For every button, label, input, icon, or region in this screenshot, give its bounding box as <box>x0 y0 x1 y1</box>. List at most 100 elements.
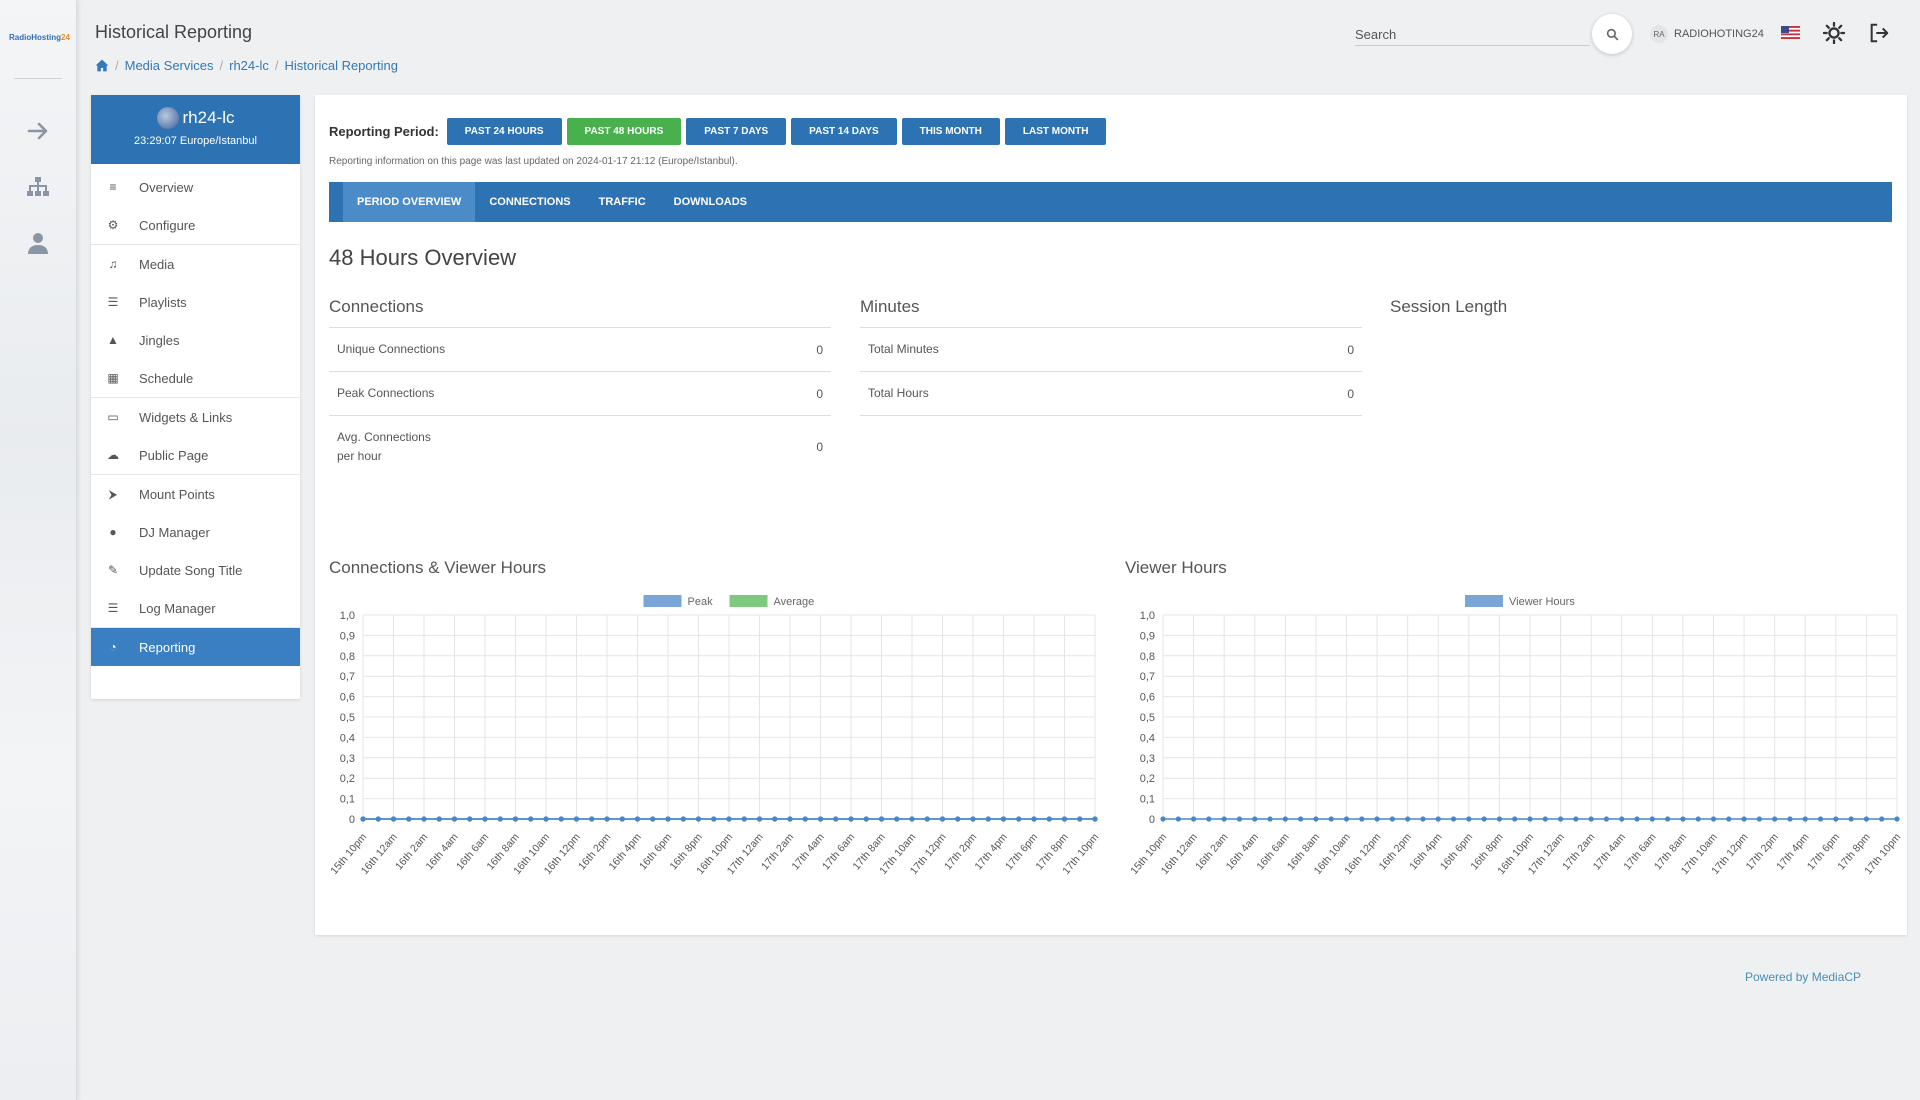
menu-item-dj-manager[interactable]: ● DJ Manager <box>91 513 300 551</box>
data-point[interactable] <box>1343 816 1350 822</box>
data-point[interactable] <box>1267 816 1273 822</box>
period-button-past-14-days[interactable]: PAST 14 DAYS <box>791 118 897 145</box>
data-point[interactable] <box>924 816 930 822</box>
data-point[interactable] <box>1206 816 1212 822</box>
data-point[interactable] <box>558 816 564 822</box>
search-input[interactable] <box>1355 24 1590 45</box>
data-point[interactable] <box>1000 816 1007 822</box>
tab-period-overview[interactable]: PERIOD OVERVIEW <box>343 182 476 222</box>
data-point[interactable] <box>1603 816 1610 822</box>
menu-item-reporting[interactable]: ◔ Reporting <box>91 628 300 666</box>
data-point[interactable] <box>1374 816 1380 822</box>
sitemap-icon[interactable] <box>26 175 50 199</box>
data-point[interactable] <box>467 816 473 822</box>
data-point[interactable] <box>1710 816 1717 822</box>
data-point[interactable] <box>894 816 900 822</box>
data-point[interactable] <box>1619 816 1625 822</box>
data-point[interactable] <box>1328 816 1334 822</box>
data-point[interactable] <box>1359 816 1365 822</box>
data-point[interactable] <box>1557 816 1564 822</box>
data-point[interactable] <box>421 816 427 822</box>
data-point[interactable] <box>451 816 458 822</box>
data-point[interactable] <box>573 816 580 822</box>
data-point[interactable] <box>1160 816 1166 822</box>
data-point[interactable] <box>680 816 686 822</box>
data-point[interactable] <box>1726 816 1732 822</box>
data-point[interactable] <box>665 816 671 822</box>
search-button[interactable] <box>1592 14 1632 54</box>
data-point[interactable] <box>1092 816 1098 822</box>
data-point[interactable] <box>833 816 839 822</box>
sun-icon[interactable] <box>1823 22 1845 44</box>
data-point[interactable] <box>802 816 808 822</box>
data-point[interactable] <box>1848 816 1854 822</box>
data-point[interactable] <box>1016 816 1022 822</box>
data-point[interactable] <box>863 816 869 822</box>
arrow-right-icon[interactable] <box>26 119 50 143</box>
menu-item-configure[interactable]: ⚙ Configure <box>91 206 300 244</box>
data-point[interactable] <box>1420 816 1426 822</box>
data-point[interactable] <box>1466 816 1472 822</box>
data-point[interactable] <box>878 816 885 822</box>
data-point[interactable] <box>1817 816 1824 822</box>
menu-item-mount-points[interactable]: ⮞ Mount Points <box>91 475 300 513</box>
period-button-past-48-hours[interactable]: PAST 48 HOURS <box>566 118 682 145</box>
period-button-past-7-days[interactable]: PAST 7 DAYS <box>686 118 787 145</box>
data-point[interactable] <box>848 816 854 822</box>
data-point[interactable] <box>756 816 763 822</box>
data-point[interactable] <box>1772 816 1778 822</box>
data-point[interactable] <box>970 816 976 822</box>
data-point[interactable] <box>1527 816 1533 822</box>
data-point[interactable] <box>1802 816 1808 822</box>
menu-item-media[interactable]: ♫ Media <box>91 245 300 283</box>
data-point[interactable] <box>604 816 610 822</box>
data-point[interactable] <box>726 816 732 822</box>
data-point[interactable] <box>1680 816 1686 822</box>
data-point[interactable] <box>1879 816 1885 822</box>
data-point[interactable] <box>1649 816 1655 822</box>
data-point[interactable] <box>1221 816 1227 822</box>
data-point[interactable] <box>589 816 595 822</box>
user-menu[interactable]: RA RADIOHOTING24 <box>1650 25 1764 43</box>
data-point[interactable] <box>1496 816 1503 822</box>
period-button-past-24-hours[interactable]: PAST 24 HOURS <box>446 118 562 145</box>
data-point[interactable] <box>695 816 702 822</box>
us-flag-icon[interactable] <box>1781 26 1800 39</box>
data-point[interactable] <box>1833 816 1839 822</box>
data-point[interactable] <box>1313 816 1319 822</box>
period-button-last-month[interactable]: LAST MONTH <box>1004 118 1107 145</box>
data-point[interactable] <box>1175 816 1181 822</box>
data-point[interactable] <box>1077 816 1083 822</box>
data-point[interactable] <box>1031 816 1037 822</box>
tab-downloads[interactable]: DOWNLOADS <box>660 182 761 222</box>
data-point[interactable] <box>1405 816 1411 822</box>
period-button-this-month[interactable]: THIS MONTH <box>901 118 1000 145</box>
data-point[interactable] <box>1481 816 1487 822</box>
data-point[interactable] <box>1588 816 1594 822</box>
data-point[interactable] <box>1252 816 1258 822</box>
data-point[interactable] <box>1435 816 1441 822</box>
data-point[interactable] <box>1389 816 1395 822</box>
data-point[interactable] <box>634 816 641 822</box>
home-icon[interactable] <box>95 59 109 72</box>
data-point[interactable] <box>390 816 397 822</box>
data-point[interactable] <box>528 816 534 822</box>
data-point[interactable] <box>619 816 625 822</box>
breadcrumb-media-services[interactable]: Media Services <box>125 58 214 73</box>
data-point[interactable] <box>1863 816 1870 822</box>
data-point[interactable] <box>375 816 381 822</box>
menu-item-playlists[interactable]: ☰ Playlists <box>91 283 300 321</box>
breadcrumb-station[interactable]: rh24-lc <box>229 58 269 73</box>
data-point[interactable] <box>772 816 778 822</box>
data-point[interactable] <box>1741 816 1747 822</box>
tab-traffic[interactable]: TRAFFIC <box>585 182 660 222</box>
data-point[interactable] <box>985 816 991 822</box>
menu-item-jingles[interactable]: ▲ Jingles <box>91 321 300 359</box>
menu-item-overview[interactable]: ≡ Overview <box>91 168 300 206</box>
data-point[interactable] <box>1787 816 1793 822</box>
data-point[interactable] <box>1573 816 1579 822</box>
data-point[interactable] <box>955 816 961 822</box>
data-point[interactable] <box>512 816 519 822</box>
breadcrumb-historical-reporting[interactable]: Historical Reporting <box>285 58 398 73</box>
legend-swatch-viewer-hours[interactable] <box>1465 595 1503 607</box>
